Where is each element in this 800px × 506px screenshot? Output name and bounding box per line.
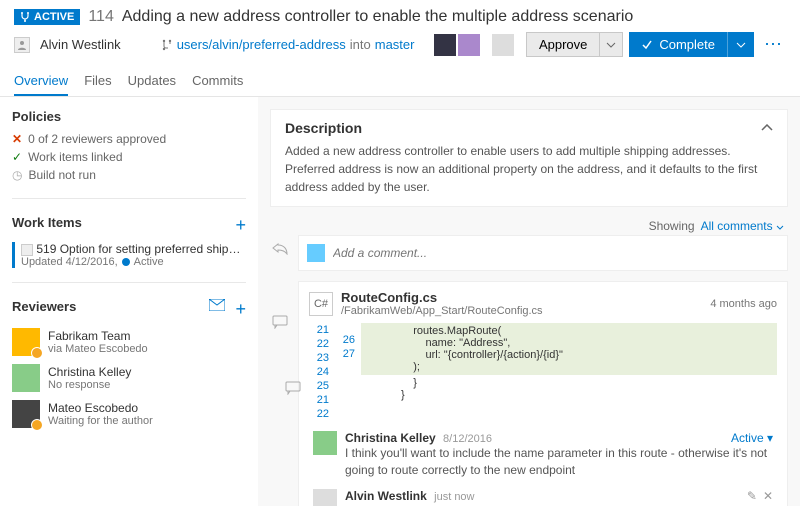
description-card: Description Added a new address controll… [270, 109, 788, 207]
code-context: } } [361, 375, 777, 403]
policies-heading: Policies [12, 109, 246, 124]
file-age: 4 months ago [710, 298, 777, 310]
check-icon [641, 39, 653, 51]
pr-header: ACTIVE 114 Adding a new address controll… [0, 0, 800, 97]
author-avatar [14, 37, 30, 53]
current-user-avatar [307, 244, 325, 262]
reviewer-row[interactable]: Christina KelleyNo response [12, 364, 246, 392]
comment-timestamp: 8/12/2016 [443, 433, 492, 445]
reviewer-avatar [12, 400, 40, 428]
code-added: routes.MapRoute( name: "Address", url: "… [361, 323, 777, 375]
reviewer-avatar [12, 328, 40, 356]
source-branch-link[interactable]: users/alvin/preferred-address [177, 37, 346, 52]
commenter-avatar [313, 489, 337, 506]
comment-body: wow, good catch - I've fixed this to now… [345, 503, 773, 506]
delete-comment-icon[interactable]: ✕ [763, 489, 773, 503]
add-comment-box[interactable] [298, 235, 788, 271]
tab-commits[interactable]: Commits [192, 67, 243, 96]
work-item[interactable]: 519 Option for setting preferred shippin… [12, 242, 246, 268]
collapse-description-icon[interactable] [761, 124, 773, 132]
commenter-avatar [313, 431, 337, 455]
pr-title: Adding a new address controller to enabl… [122, 8, 633, 26]
branch-icon [161, 39, 173, 51]
inline-comment-icon[interactable] [285, 381, 301, 395]
reviewer-row[interactable]: Fabrikam Teamvia Mateo Escobedo [12, 328, 246, 356]
target-branch-link[interactable]: master [375, 37, 415, 52]
code-diff: 21 22 23 24 25 21 22 [309, 323, 777, 421]
comment-icon[interactable] [272, 315, 288, 329]
file-diff-card: C# RouteConfig.cs /FabrikamWeb/App_Start… [298, 281, 788, 506]
reply-icon[interactable] [272, 241, 288, 255]
policy-workitems: ✓Work items linked [12, 148, 246, 166]
reviewer-avatar [12, 364, 40, 392]
policy-reviewers: ✕0 of 2 reviewers approved [12, 130, 246, 148]
add-workitem-button[interactable]: + [235, 215, 246, 236]
comment-input[interactable] [333, 246, 779, 260]
approve-button[interactable]: Approve [526, 32, 600, 57]
mail-reviewers-button[interactable] [209, 299, 225, 320]
reviewer-avatars [434, 34, 514, 56]
check-icon: ✓ [12, 150, 22, 164]
file-path: /FabrikamWeb/App_Start/RouteConfig.cs [341, 305, 543, 317]
complete-button[interactable]: Complete [629, 32, 727, 57]
comment-status-dropdown[interactable]: Active ▾ [731, 431, 773, 445]
description-heading: Description [285, 120, 362, 136]
comment-body: I think you'll want to include the name … [345, 445, 773, 479]
approve-dropdown[interactable] [600, 32, 623, 57]
comment-filter-dropdown[interactable]: All comments [701, 219, 784, 233]
add-reviewer-button[interactable]: + [235, 299, 246, 320]
status-badge: ACTIVE [14, 9, 80, 25]
tab-files[interactable]: Files [84, 67, 111, 96]
commenter-name: Christina Kelley [345, 431, 436, 445]
edit-comment-icon[interactable]: ✎ [747, 489, 757, 503]
sidebar: Policies ✕0 of 2 reviewers approved ✓Wor… [0, 97, 258, 506]
pr-tabs: Overview Files Updates Commits [14, 63, 786, 96]
branch-info: users/alvin/preferred-address into maste… [161, 37, 415, 52]
policy-build: ◷Build not run [12, 166, 246, 184]
comment-thread-item: Christina Kelley 8/12/2016 Active ▾ I th… [309, 431, 777, 479]
complete-dropdown[interactable] [727, 32, 754, 57]
csharp-file-icon: C# [309, 292, 333, 316]
comment-thread-item: Alvin Westlink just now ✎✕ wow, good cat… [309, 489, 777, 506]
pr-number: 114 [88, 8, 114, 26]
reviewers-heading: Reviewers [12, 299, 76, 314]
reviewer-row[interactable]: Mateo EscobedoWaiting for the author [12, 400, 246, 428]
file-name[interactable]: RouteConfig.cs [341, 290, 543, 305]
author-name: Alvin Westlink [40, 37, 121, 52]
comment-filter: Showing All comments [270, 217, 788, 235]
workitems-heading: Work Items [12, 215, 82, 230]
main-panel: Description Added a new address controll… [258, 97, 800, 506]
more-menu[interactable]: ⋯ [760, 34, 786, 55]
clock-icon: ◷ [12, 168, 22, 182]
tab-overview[interactable]: Overview [14, 67, 68, 96]
tab-updates[interactable]: Updates [128, 67, 176, 96]
description-body: Added a new address controller to enable… [285, 142, 773, 196]
x-icon: ✕ [12, 132, 22, 146]
commenter-name: Alvin Westlink [345, 489, 427, 503]
